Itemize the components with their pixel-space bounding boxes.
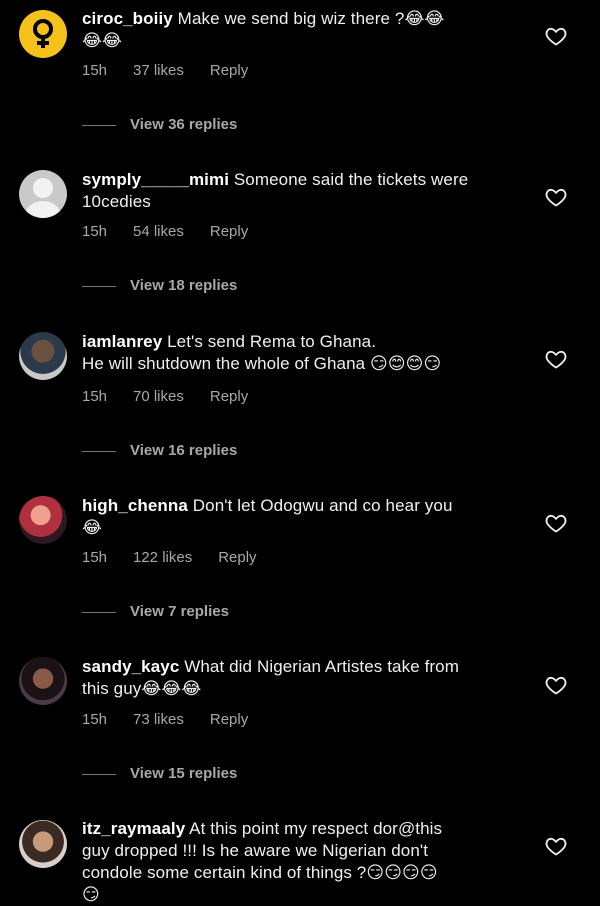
avatar[interactable] bbox=[19, 657, 67, 705]
comment-emoji-line: 😂😂 bbox=[82, 31, 122, 50]
comment-likes[interactable]: 73 likes bbox=[133, 711, 184, 728]
divider-line bbox=[82, 124, 116, 126]
view-replies-label: View 16 replies bbox=[130, 442, 238, 459]
divider-line bbox=[82, 450, 116, 452]
comment-body-line: He will shutdown the whole of Ghana 😏😊😊😏 bbox=[82, 354, 442, 373]
avatar[interactable] bbox=[19, 820, 67, 868]
comment-username[interactable]: symply_____mimi bbox=[82, 170, 229, 189]
heart-icon[interactable] bbox=[544, 511, 568, 535]
reply-button[interactable]: Reply bbox=[210, 388, 248, 405]
comment-text: sandy_kayc What did Nigerian Artistes ta… bbox=[82, 656, 522, 700]
comment-text: iamlanrey Let's send Rema to Ghana. He w… bbox=[82, 331, 522, 375]
default-avatar-head bbox=[33, 178, 53, 198]
comment-body: Someone said the tickets were bbox=[229, 170, 469, 189]
comment-emoji-line: 😏 bbox=[82, 885, 100, 904]
comment-text: itz_raymaaly At this point my respect do… bbox=[82, 818, 522, 906]
comment-time: 15h bbox=[82, 711, 108, 728]
comment-username[interactable]: high_chenna bbox=[82, 496, 188, 515]
comment-body: Make we send big wiz there ? bbox=[172, 9, 405, 28]
reply-button[interactable]: Reply bbox=[210, 711, 248, 728]
default-avatar-body bbox=[25, 201, 61, 218]
comment-emoji: 😂😂 bbox=[404, 9, 445, 28]
view-replies-label: View 18 replies bbox=[130, 277, 238, 294]
reply-button[interactable]: Reply bbox=[210, 223, 248, 240]
comment-meta: 15h 70 likes Reply bbox=[82, 388, 248, 405]
avatar[interactable] bbox=[19, 496, 67, 544]
comment-likes[interactable]: 54 likes bbox=[133, 223, 184, 240]
comment-meta: 15h 54 likes Reply bbox=[82, 223, 248, 240]
comment-body-line: 10cedies bbox=[82, 192, 151, 211]
avatar[interactable] bbox=[19, 332, 67, 380]
heart-icon[interactable] bbox=[544, 24, 568, 48]
comment-likes[interactable]: 70 likes bbox=[133, 388, 184, 405]
comment-meta: 15h 122 likes Reply bbox=[82, 549, 257, 566]
comment-body: Don't let Odogwu and co hear you bbox=[187, 496, 453, 515]
comment-body-line: this guy😂😂😂 bbox=[82, 679, 202, 698]
comment-username[interactable]: iamlanrey bbox=[82, 332, 162, 351]
comment-body: Let's send Rema to Ghana. bbox=[162, 332, 377, 351]
comment-emoji-line: 😂 bbox=[82, 518, 102, 537]
comment-body: At this point my respect dor@this bbox=[185, 819, 443, 838]
comment-likes[interactable]: 37 likes bbox=[133, 62, 184, 79]
comment-username[interactable]: itz_raymaaly bbox=[82, 819, 185, 838]
comment-username[interactable]: ciroc_boiiy bbox=[82, 9, 173, 28]
comment-time: 15h bbox=[82, 388, 108, 405]
comment-text: symply_____mimi Someone said the tickets… bbox=[82, 169, 522, 213]
divider-line bbox=[82, 285, 116, 287]
view-replies-button[interactable]: View 16 replies bbox=[82, 442, 237, 459]
comment-time: 15h bbox=[82, 62, 108, 79]
view-replies-button[interactable]: View 36 replies bbox=[82, 116, 237, 133]
heart-icon[interactable] bbox=[544, 185, 568, 209]
divider-line bbox=[82, 611, 116, 613]
reply-button[interactable]: Reply bbox=[218, 549, 256, 566]
comment-text: ciroc_boiiy Make we send big wiz there ?… bbox=[82, 8, 522, 52]
reply-button[interactable]: Reply bbox=[210, 62, 248, 79]
divider-line bbox=[82, 773, 116, 775]
view-replies-button[interactable]: View 15 replies bbox=[82, 765, 237, 782]
view-replies-button[interactable]: View 18 replies bbox=[82, 277, 237, 294]
comment-meta: 15h 37 likes Reply bbox=[82, 62, 248, 79]
heart-icon[interactable] bbox=[544, 347, 568, 371]
comment-body: What did Nigerian Artistes take from bbox=[179, 657, 459, 676]
view-replies-label: View 36 replies bbox=[130, 116, 238, 133]
heart-icon[interactable] bbox=[544, 673, 568, 697]
avatar[interactable] bbox=[19, 10, 67, 58]
comment-time: 15h bbox=[82, 549, 108, 566]
comment-meta: 15h 73 likes Reply bbox=[82, 711, 248, 728]
view-replies-label: View 15 replies bbox=[130, 765, 238, 782]
avatar[interactable] bbox=[19, 170, 67, 218]
view-replies-button[interactable]: View 7 replies bbox=[82, 603, 229, 620]
comment-likes[interactable]: 122 likes bbox=[133, 549, 192, 566]
comment-body-line: condole some certain kind of things ?😏😏😏… bbox=[82, 863, 438, 882]
comment-username[interactable]: sandy_kayc bbox=[82, 657, 179, 676]
comment-body-line: guy dropped !!! Is he aware we Nigerian … bbox=[82, 841, 429, 860]
comment-text: high_chenna Don't let Odogwu and co hear… bbox=[82, 495, 522, 539]
heart-icon[interactable] bbox=[544, 834, 568, 858]
comment-time: 15h bbox=[82, 223, 108, 240]
female-symbol-icon bbox=[33, 19, 53, 48]
view-replies-label: View 7 replies bbox=[130, 603, 229, 620]
